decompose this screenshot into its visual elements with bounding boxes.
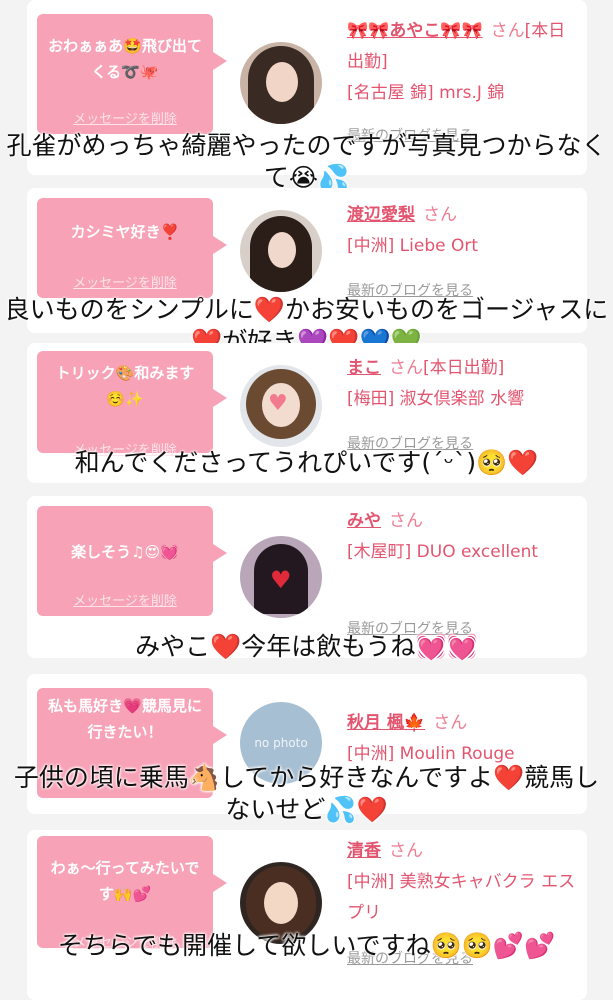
honorific: さん [389,511,423,531]
cast-info: 清香 さん [中洲] 美熟女キャバクラ エスプリ [347,836,579,929]
message-bubble: トリック🎨和みます☺️✨ メッセージを削除 [37,351,227,458]
reply-text: みやこ❤️今年は飲もうね💓💓 [135,632,478,661]
honorific: さん [490,21,525,41]
reply-text: そちらでも開催して欲しいですね🥺🥺💕💕 [57,931,556,960]
cast-name-link[interactable]: 清香 [347,841,381,861]
honorific: さん [433,713,468,733]
avatar[interactable]: ♥ [240,536,322,618]
honorific: さん [389,841,423,861]
delete-message-link[interactable]: メッセージを削除 [37,272,213,291]
avatar[interactable] [240,210,322,292]
honorific: さん [389,358,423,378]
reply-text: 孔雀がめっちゃ綺麗やったのですが写真見つからなくて😭💦 [6,131,607,192]
store-label: [木屋町] DUO excellent [347,542,539,562]
delete-message-link[interactable]: メッセージを削除 [37,590,213,609]
store-label: [中洲] 美熟女キャバクラ エスプリ [347,872,576,923]
message-text: おわぁぁあ🤩飛び出てくる➰🐙 [48,37,202,81]
avatar[interactable] [240,42,322,124]
message-bubble: カシミヤ好き❣️ メッセージを削除 [37,198,227,298]
cast-name-link[interactable]: 🎀🎀あやこ🎀🎀 [347,21,483,41]
store-label: [中洲] Moulin Rouge [347,744,515,764]
heart-sticker-icon: ♥ [268,391,288,416]
reply-text: 子供の頃に乗馬🐴してから好きなんですよ❤️競馬しないせど💦❤️ [13,763,600,824]
heart-sticker-icon: ♥ [270,566,292,594]
store-label: [中洲] Liebe Ort [347,236,479,256]
reply-text: 和んでくださってうれぴいです(ˊᵕˋ)🥺❤️ [74,448,539,477]
cast-name-link[interactable]: 秋月 楓🍁 [347,713,425,733]
store-label: [梅田] 淑女倶楽部 水響 [347,389,525,409]
cast-info: みや さん [木屋町] DUO excellent [347,506,579,568]
cast-name-link[interactable]: 渡辺愛梨 [347,205,415,225]
message-text: カシミヤ好き❣️ [70,223,180,241]
cast-info: 🎀🎀あやこ🎀🎀 さん[本日出勤] [名古屋 錦] mrs.J 錦 [347,16,579,109]
message-text: トリック🎨和みます☺️✨ [55,364,195,408]
avatar[interactable]: ♥ [240,365,322,447]
message-text: 楽しそう♫😍💓 [71,543,179,561]
cast-info: 渡辺愛梨 さん [中洲] Liebe Ort [347,200,579,262]
cast-info: 秋月 楓🍁 さん [中洲] Moulin Rouge [347,708,579,770]
store-label: [名古屋 錦] mrs.J 錦 [347,83,505,103]
message-text: わぁ〜行ってみたいです🙌💕 [50,859,200,903]
message-bubble: おわぁぁあ🤩飛び出てくる➰🐙 メッセージを削除 [37,14,227,134]
cast-name-link[interactable]: みや [347,511,381,531]
status-label: [本日出勤] [423,358,505,378]
message-text: 私も馬好き💗競馬見に行きたい！ [48,697,202,741]
cast-name-link[interactable]: まこ [347,358,381,378]
message-card: わぁ〜行ってみたいです🙌💕 メッセージを削除 清香 さん [中洲] 美熟女キャバク… [27,830,587,1000]
delete-message-link[interactable]: メッセージを削除 [37,108,213,127]
cast-info: まこ さん[本日出勤] [梅田] 淑女倶楽部 水響 [347,353,579,415]
honorific: さん [423,205,457,225]
message-bubble: 楽しそう♫😍💓 メッセージを削除 [37,506,227,616]
